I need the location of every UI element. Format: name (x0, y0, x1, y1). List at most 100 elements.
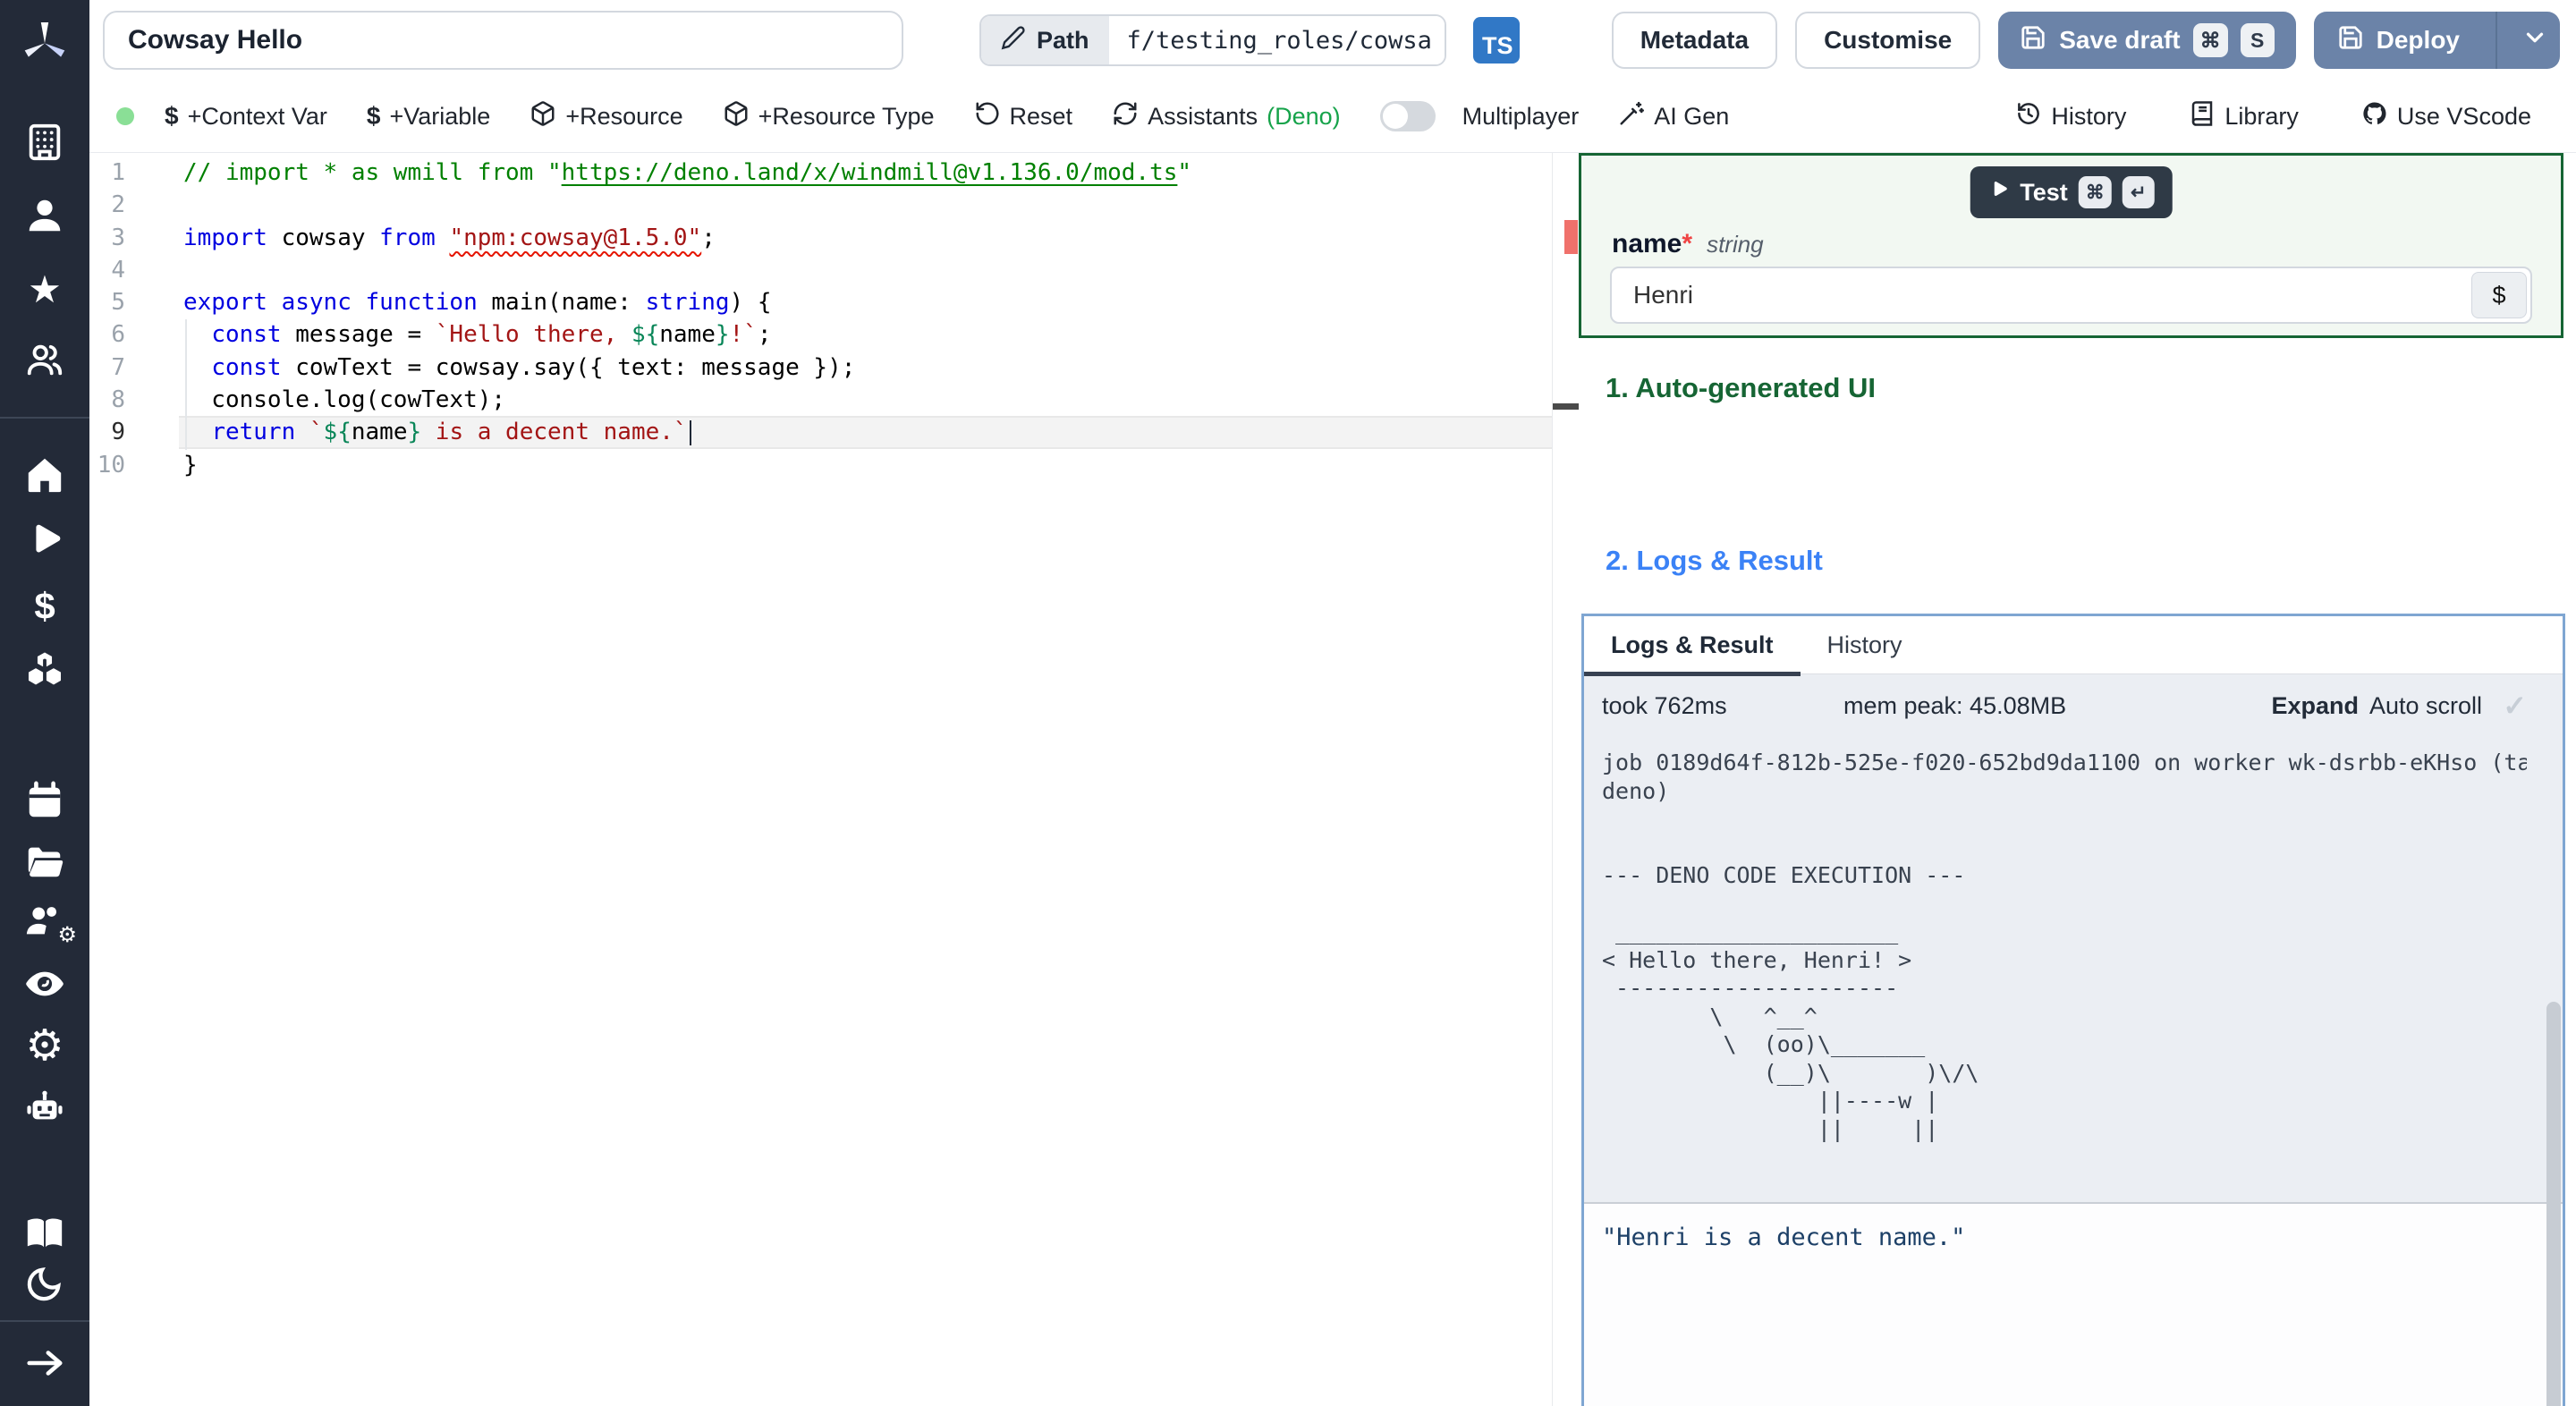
sidebar-item-expand[interactable] (0, 1340, 89, 1390)
test-label: Test (2020, 178, 2068, 206)
path-edit-button[interactable]: Path (981, 16, 1109, 64)
sidebar-item-runs[interactable] (0, 517, 89, 567)
book-open-icon (24, 1213, 65, 1258)
book-icon (2189, 100, 2216, 133)
moon-icon (24, 1263, 65, 1309)
sidebar-item-variables[interactable]: $ (0, 581, 89, 631)
package-icon (530, 100, 556, 133)
refresh-icon (1112, 100, 1139, 133)
sidebar-item-workers[interactable] (0, 1084, 89, 1134)
result-area: "Henri is a decent name." (1584, 1202, 2563, 1406)
add-resource-button[interactable]: +Resource (530, 100, 683, 133)
deploy-save-icon (2337, 24, 2364, 57)
mini-gear-icon: ⚙ (57, 923, 77, 947)
library-button[interactable]: Library (2189, 100, 2299, 133)
wand-sparkles-icon (1618, 100, 1645, 133)
sidebar-item-favorites[interactable]: ★ (0, 265, 89, 315)
kbd-enter: ↵ (2122, 176, 2155, 208)
sidebar-item-account[interactable] (0, 192, 89, 242)
boxes-icon (24, 649, 65, 695)
sidebar-item-settings[interactable]: ⚙ (0, 1021, 89, 1071)
typescript-badge: TS (1472, 17, 1520, 64)
tab-history[interactable]: History (1801, 616, 1929, 673)
reset-button[interactable]: Reset (974, 100, 1072, 133)
workspace: 1 2 3 4 5 6 7 8 9 10 // import * as wmill from "h… (89, 152, 2576, 1406)
assistants-button[interactable]: Assistants (Deno) (1112, 100, 1341, 133)
customise-button[interactable]: Customise (1795, 12, 1981, 69)
package-icon (723, 100, 750, 133)
path-label: Path (1037, 26, 1089, 54)
sidebar-item-folders[interactable] (0, 838, 89, 888)
sidebar-item-resources[interactable] (0, 647, 89, 697)
resource-type-label: +Resource Type (758, 102, 935, 130)
sidebar-item-docs[interactable] (0, 1210, 89, 1260)
multiplayer-toggle[interactable] (1379, 101, 1436, 131)
multiplayer-label-item: Multiplayer (1462, 103, 1580, 131)
deploy-label: Deploy (2376, 26, 2460, 54)
github-icon (2361, 100, 2388, 133)
check-icon[interactable]: ✓ (2503, 689, 2527, 723)
deploy-button[interactable]: Deploy (2313, 12, 2560, 69)
code-lines[interactable]: // import * as wmill from "https://deno.… (183, 157, 1543, 481)
sidebar-item-audit-logs[interactable] (0, 961, 89, 1011)
arg-name-input[interactable] (1610, 267, 2532, 324)
path-group: Path f/testing_roles/cowsa (979, 14, 1446, 66)
tab-logs-result[interactable]: Logs & Result (1584, 616, 1801, 676)
arg-name: name (1612, 229, 1682, 258)
sidebar: ★ $ ⚙ ⚙ (0, 0, 89, 1406)
ai-gen-button[interactable]: AI Gen (1618, 100, 1729, 133)
add-resource-type-button[interactable]: +Resource Type (723, 100, 935, 133)
kbd-cmd: ⌘ (2078, 176, 2112, 208)
pencil-icon (1001, 25, 1026, 56)
editor-toolbar: $ +Context Var $ +Variable +Resource +Re… (89, 80, 2576, 152)
history-button[interactable]: History (2015, 100, 2126, 133)
deploy-dropdown-button[interactable] (2510, 12, 2560, 69)
script-title-input[interactable] (103, 11, 903, 70)
args-box: Test ⌘ ↵ name* string $ (1579, 153, 2563, 338)
variable-label: +Variable (389, 102, 491, 130)
cursor-overview-marker (1553, 403, 1579, 410)
job-log-output[interactable]: job 0189d64f-812b-525e-f020-652bd9da1100… (1602, 749, 2527, 1196)
play-icon (1987, 179, 2009, 207)
logs-scrollbar[interactable] (2546, 677, 2561, 1406)
windmill-logo[interactable] (20, 16, 70, 66)
duration-stat: took 762ms (1602, 692, 1727, 719)
robot-icon (24, 1087, 65, 1132)
sidebar-divider (0, 417, 89, 419)
calendar-icon (24, 780, 65, 826)
resource-label: +Resource (565, 102, 683, 130)
dollar-icon: $ (34, 585, 55, 627)
sidebar-item-groups[interactable]: ⚙ (0, 898, 89, 948)
add-context-var-button[interactable]: $ +Context Var (165, 102, 327, 131)
chevron-down-icon (2521, 24, 2548, 57)
use-vscode-button[interactable]: Use VScode (2361, 100, 2531, 133)
eye-icon (24, 963, 65, 1009)
path-value[interactable]: f/testing_roles/cowsa (1108, 16, 1445, 64)
overview-ruler (1553, 153, 1579, 1406)
expand-button[interactable]: Expand (2271, 692, 2359, 720)
test-button[interactable]: Test ⌘ ↵ (1970, 166, 2173, 218)
sidebar-item-schedules[interactable] (0, 777, 89, 827)
sidebar-item-home[interactable] (0, 452, 89, 502)
autoscroll-label[interactable]: Auto scroll (2369, 692, 2482, 720)
save-draft-button[interactable]: Save draft ⌘ S (1998, 12, 2296, 69)
context-var-label: +Context Var (187, 102, 327, 130)
run-stats: took 762ms mem peak: 45.08MB Expand Auto… (1584, 674, 2563, 739)
rotate-ccw-icon (974, 100, 1001, 133)
add-variable-button[interactable]: $ +Variable (367, 102, 490, 131)
sidebar-item-dark-mode[interactable] (0, 1260, 89, 1310)
sidebar-item-workspace[interactable] (0, 118, 89, 168)
required-mark: * (1682, 229, 1693, 258)
memory-stat: mem peak: 45.08MB (1843, 692, 2067, 719)
deploy-divider (2496, 12, 2497, 69)
sidebar-item-users[interactable] (0, 336, 89, 386)
kbd-s: S (2240, 23, 2275, 57)
toggle-knob (1382, 104, 1408, 129)
metadata-button[interactable]: Metadata (1611, 12, 1778, 69)
result-output[interactable]: "Henri is a decent name." (1602, 1224, 1965, 1251)
history-label: History (2051, 102, 2127, 130)
scrollbar-thumb[interactable] (2546, 1001, 2561, 1406)
arg-name-label: name* string (1612, 229, 1764, 259)
code-editor[interactable]: 1 2 3 4 5 6 7 8 9 10 // import * as wmill from "h… (89, 153, 1579, 1406)
insert-variable-button[interactable]: $ (2471, 272, 2527, 318)
